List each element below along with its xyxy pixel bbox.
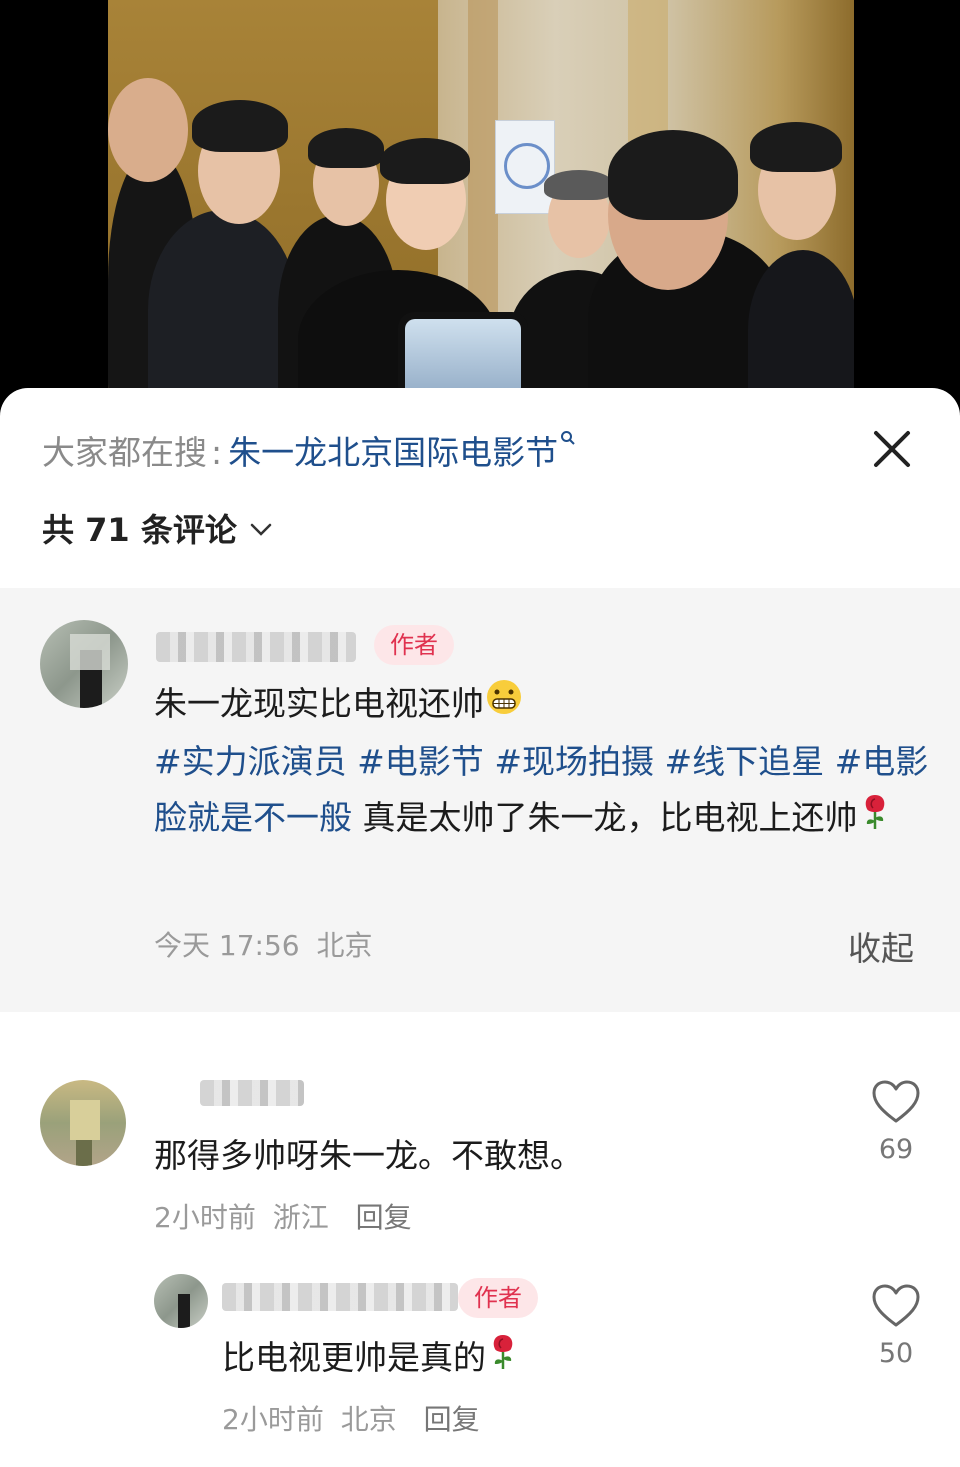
reply-location: 北京 (340, 1403, 397, 1436)
comment-text-tail: 真是太帅了朱一龙，比电视上还帅 (362, 798, 858, 837)
hashtag-link[interactable]: #电影节 (357, 742, 484, 781)
rose-emoji (486, 1331, 520, 1388)
heart-icon (872, 1284, 920, 1327)
pinned-comment: 作者 朱一龙现实比电视还帅 #实力派演员 #电影节 #现场拍摄 #线下追星 #电… (0, 588, 960, 1012)
comment-time: 2小时前 (154, 1201, 256, 1234)
comment-meta: 今天 17:56 北京 (154, 924, 373, 964)
username-blurred[interactable] (156, 632, 356, 662)
close-button[interactable] (866, 423, 918, 475)
search-prefix: 大家都在搜 (42, 433, 207, 472)
comment-count-label: 共 71 条评论 (42, 511, 237, 549)
close-icon (874, 431, 910, 467)
search-icon (558, 430, 575, 460)
reply-time: 2小时前 (222, 1403, 324, 1436)
pinned-comment-body: 朱一龙现实比电视还帅 #实力派演员 #电影节 #现场拍摄 #线下追星 #电影脸就… (154, 676, 934, 848)
reply-body: 比电视更帅是真的 (222, 1330, 520, 1388)
heart-icon (872, 1080, 920, 1123)
comment-text: 那得多帅呀朱一龙。不敢想。 (154, 1136, 583, 1175)
avatar[interactable] (154, 1274, 208, 1328)
comment-text: 朱一龙现实比电视还帅 (154, 684, 484, 723)
avatar[interactable] (40, 1080, 126, 1166)
reply-text: 比电视更帅是真的 (222, 1338, 486, 1377)
phone-in-video (398, 312, 528, 400)
rose-emoji (858, 791, 892, 848)
reply-button[interactable]: 回复 (424, 1403, 480, 1436)
wall-poster (495, 120, 555, 214)
comment-count-toggle[interactable]: 共 71 条评论 (42, 508, 273, 552)
author-tag: 作者 (458, 1278, 538, 1318)
video-frame (108, 0, 854, 400)
username-blurred[interactable] (200, 1080, 304, 1106)
comment-location: 北京 (316, 929, 373, 962)
username-blurred[interactable] (222, 1283, 458, 1311)
comment-sheet: 大家都在搜: 朱一龙北京国际电影节 共 71 条评论 作者 朱一龙现实比电视还帅 … (0, 388, 960, 1467)
like-button[interactable]: 50 (866, 1284, 926, 1369)
author-tag: 作者 (374, 625, 454, 665)
like-button[interactable]: 69 (866, 1080, 926, 1165)
search-suggestion[interactable]: 大家都在搜: 朱一龙北京国际电影节 (42, 430, 575, 476)
comment-meta: 2小时前 浙江 回复 (154, 1196, 412, 1236)
hashtag-link[interactable]: #现场拍摄 (494, 742, 654, 781)
reply-meta: 2小时前 北京 回复 (222, 1398, 480, 1438)
hashtag-link[interactable]: #实力派演员 (154, 742, 347, 781)
grimace-emoji (484, 677, 524, 734)
hashtag-link[interactable]: #线下追星 (664, 742, 824, 781)
avatar[interactable] (40, 620, 128, 708)
search-term-link[interactable]: 朱一龙北京国际电影节 (228, 433, 558, 472)
reply-button[interactable]: 回复 (356, 1201, 412, 1234)
like-count: 69 (878, 1134, 914, 1165)
video-player[interactable] (0, 0, 960, 400)
comment-time: 今天 17:56 (154, 929, 300, 962)
collapse-button[interactable]: 收起 (848, 922, 914, 970)
chevron-down-icon (250, 523, 272, 536)
comment-location: 浙江 (272, 1201, 329, 1234)
like-count: 50 (878, 1338, 914, 1369)
search-colon: : (211, 433, 223, 472)
